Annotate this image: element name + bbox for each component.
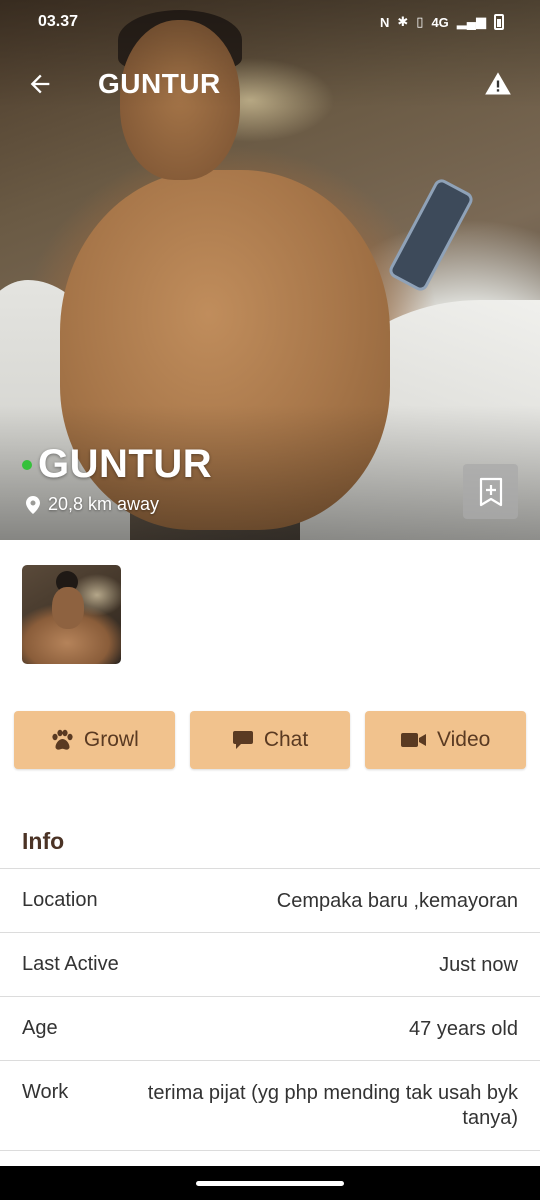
bookmark-button[interactable] [463,464,518,519]
report-button[interactable] [470,56,526,112]
profile-name-row: GUNTUR [22,442,212,487]
home-gesture-handle[interactable] [196,1181,344,1186]
info-label: Last Active [22,953,119,975]
info-row-age: Age 47 years old [0,997,540,1061]
status-bar: 03.37 N ✱ ▯ 4G ▂▄▆ [0,0,540,44]
profile-name: GUNTUR [38,442,213,486]
signal-icon: ▂▄▆ [456,14,486,29]
page-title: GUNTUR [98,68,221,99]
photo-thumbnail[interactable] [22,565,121,664]
battery-icon [494,14,504,30]
back-button[interactable] [12,56,68,112]
chat-button[interactable]: Chat [189,711,351,769]
info-label: Work [22,1081,69,1103]
info-value: terima pijat (yg php mending tak usah by… [147,1082,518,1129]
system-nav-bar [0,1166,540,1200]
info-row-work: Work terima pijat (yg php mending tak us… [0,1061,540,1151]
video-camera-icon [401,733,426,747]
info-value: Just now [439,954,518,976]
distance-text: 20,8 km away [48,494,160,514]
info-list: Location Cempaka baru ,kemayoran Last Ac… [0,868,540,1151]
info-value: Cempaka baru ,kemayoran [276,890,518,912]
info-label: Location [22,889,98,911]
info-row-location: Location Cempaka baru ,kemayoran [0,869,540,933]
distance-row: 20,8 km away [26,494,159,515]
arrow-left-icon [30,74,50,94]
nfc-icon: N [379,14,390,30]
growl-label: Growl [83,728,139,751]
app-bar: GUNTUR [0,56,540,112]
vibrate-icon: ▯ [416,14,424,29]
chat-bubble-icon [232,731,253,749]
info-row-last-active: Last Active Just now [0,933,540,997]
chat-label: Chat [263,728,309,751]
location-pin-icon [26,495,40,514]
info-value: 47 years old [409,1018,518,1040]
status-time: 03.37 [38,13,79,30]
action-buttons: Growl Chat Video [14,711,527,769]
bluetooth-icon: ✱ [397,14,409,29]
online-status-dot [22,459,32,470]
network-type: 4G [431,14,449,30]
bookmark-add-icon [479,477,502,506]
paw-icon [52,729,73,750]
video-label: Video [437,728,491,751]
video-button[interactable]: Video [365,711,527,769]
status-icons: N ✱ ▯ 4G ▂▄▆ [380,14,504,30]
photo-subject [52,587,84,629]
growl-button[interactable]: Growl [14,711,175,769]
info-section-title: Info [22,828,65,854]
warning-icon [485,72,511,95]
info-label: Age [22,1017,58,1039]
profile-screen: 03.37 N ✱ ▯ 4G ▂▄▆ GUNTUR GUNTUR 20,8 km… [0,0,540,1200]
